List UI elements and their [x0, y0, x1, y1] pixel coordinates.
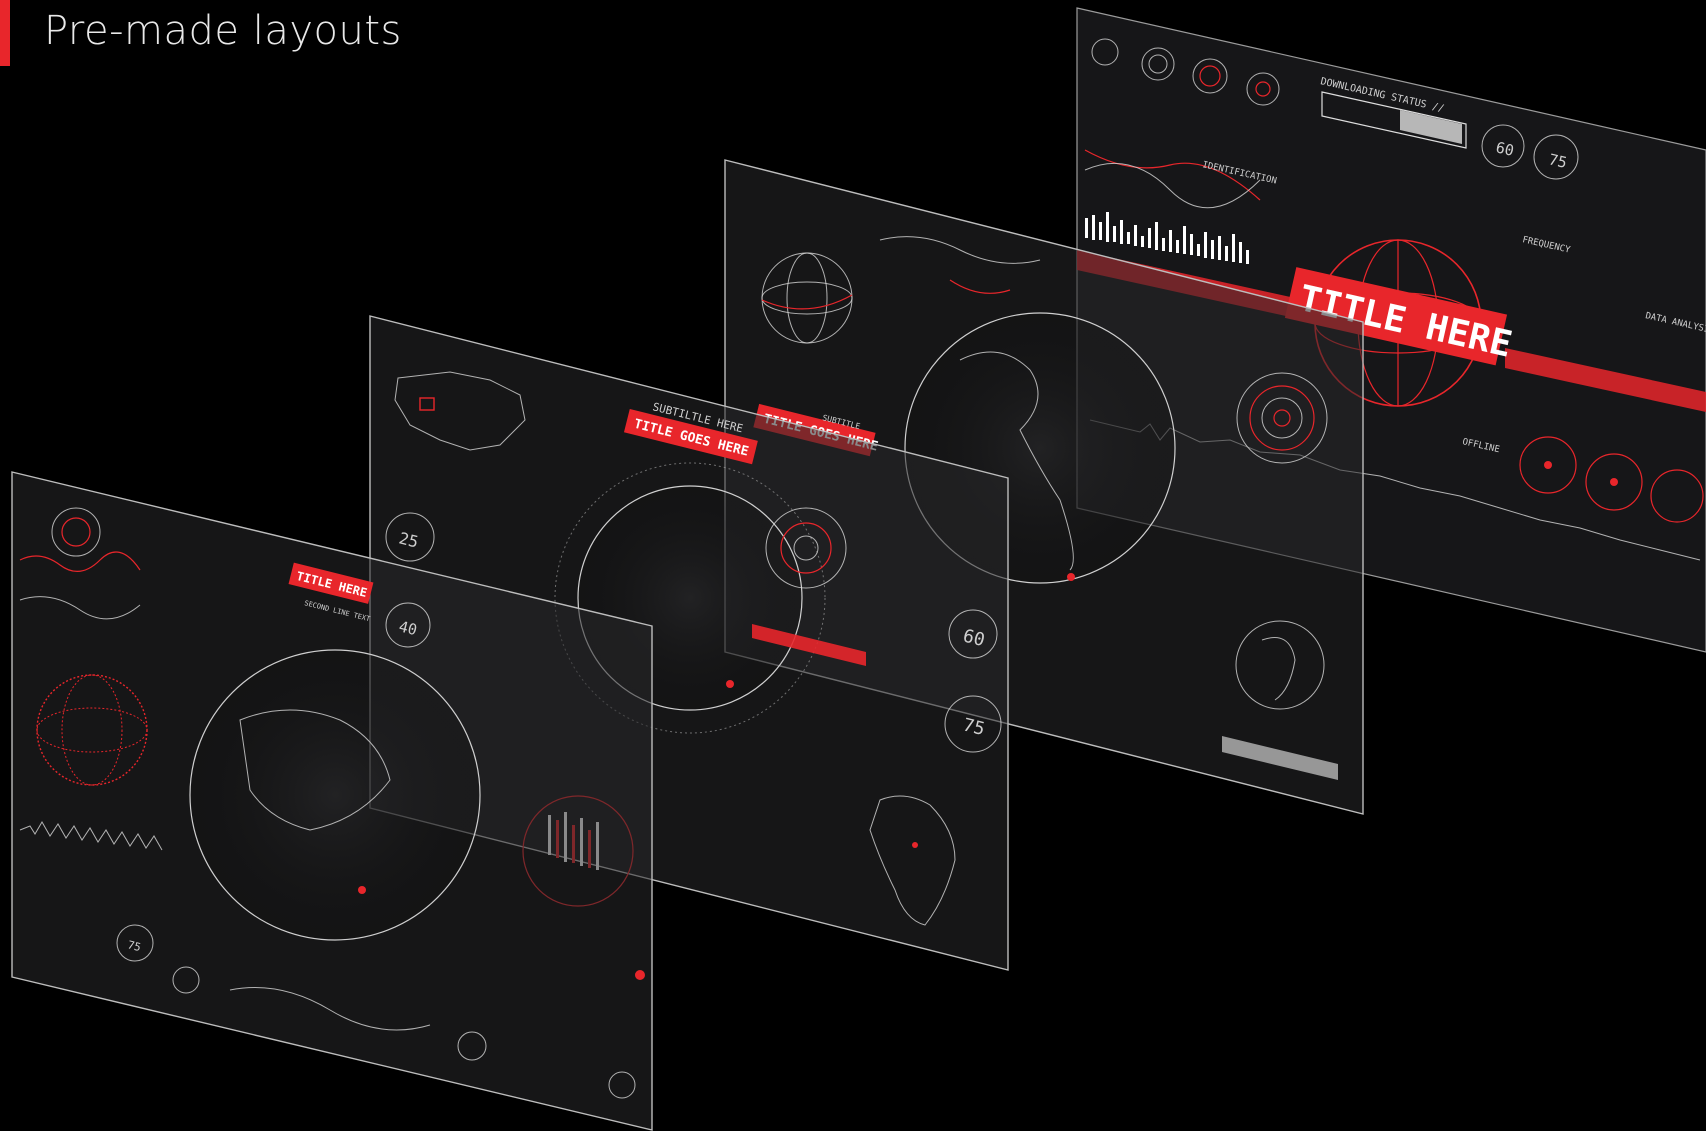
hud-layouts-scene: DOWNLOADING STATUS // IDENTIFICATION FRE…: [11, 7, 1706, 1131]
main-globe: [189, 649, 481, 941]
